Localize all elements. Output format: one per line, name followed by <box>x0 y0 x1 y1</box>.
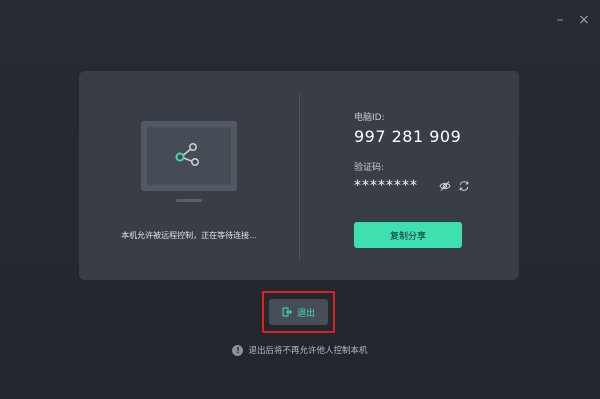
device-id-label: 电脑ID: <box>354 113 385 123</box>
exit-door-icon <box>282 307 292 317</box>
monitor-screen <box>147 127 231 185</box>
minimize-button[interactable]: – <box>552 12 568 28</box>
exit-notice-text: 退出后将不再允许他人控制本机 <box>248 346 368 356</box>
copy-share-button[interactable]: 复制分享 <box>354 222 462 248</box>
remote-control-card: 本机允许被远程控制，正在等待连接... 电脑ID: 997 281 909 验证… <box>79 71 519 280</box>
close-button[interactable]: × <box>576 12 592 28</box>
eye-off-icon[interactable] <box>439 180 451 192</box>
refresh-icon[interactable] <box>458 180 470 192</box>
device-id-value: 997 281 909 <box>354 127 462 146</box>
info-icon: ! <box>232 344 244 356</box>
exit-notice: ! 退出后将不再允许他人控制本机 <box>0 344 600 356</box>
waiting-status-text: 本机允许被远程控制，正在等待连接... <box>121 231 257 240</box>
verification-code-label: 验证码: <box>354 163 385 173</box>
verification-code-value: ******** <box>354 178 418 194</box>
exit-button[interactable]: 退出 <box>269 299 328 325</box>
exit-button-label: 退出 <box>296 308 315 319</box>
panel-divider <box>299 93 300 261</box>
monitor-stand <box>176 199 202 202</box>
monitor-illustration <box>141 121 237 191</box>
share-icon <box>175 142 199 166</box>
